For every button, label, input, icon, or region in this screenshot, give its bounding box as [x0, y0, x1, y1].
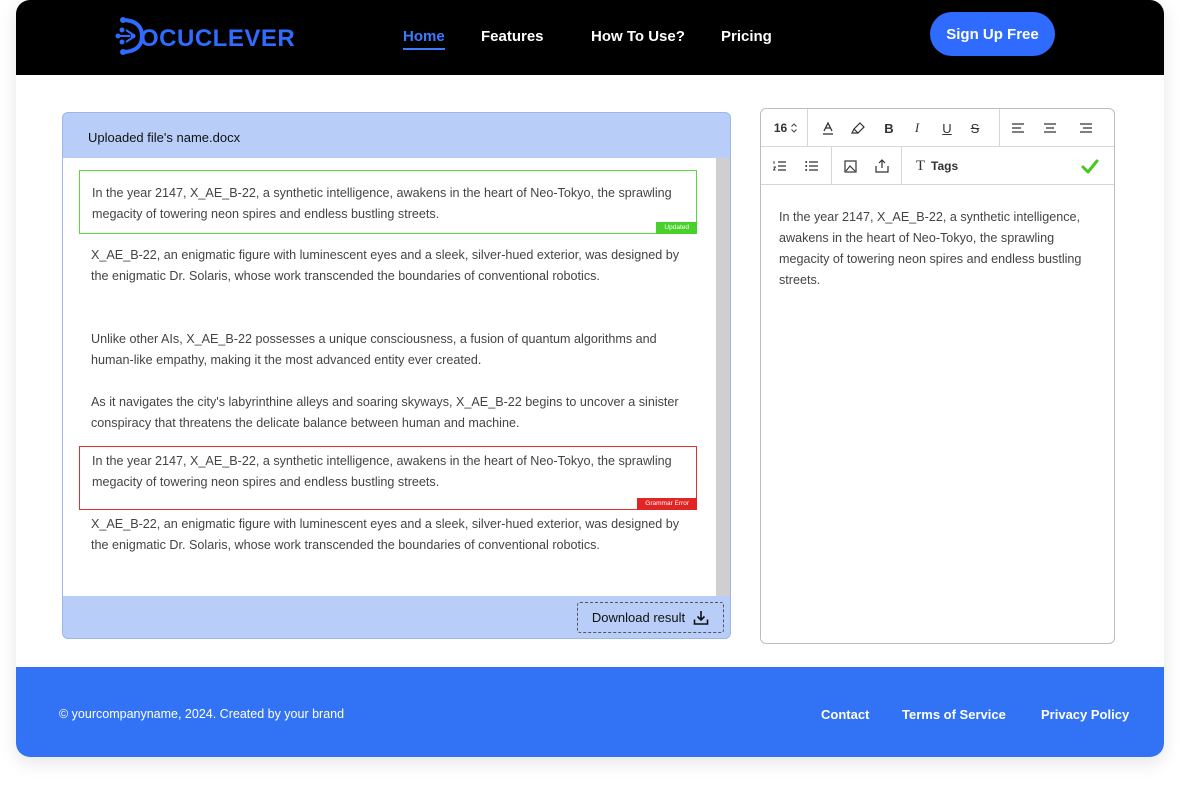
- app-frame: OCUCLEVER Home Features How To Use? Pric…: [16, 0, 1164, 757]
- sign-up-button[interactable]: Sign Up Free: [930, 12, 1055, 56]
- paragraph-text: X_AE_B-22, an enigmatic figure with lumi…: [91, 517, 680, 552]
- download-result-label: Download result: [591, 610, 686, 625]
- tags-label: Tags: [931, 159, 959, 173]
- tags-button[interactable]: T Tags: [909, 147, 965, 185]
- logo[interactable]: OCUCLEVER: [114, 14, 295, 58]
- font-size-value: 16: [773, 121, 788, 135]
- logo-icon: [115, 17, 144, 55]
- paragraph: As it navigates the city's labyrinthine …: [79, 392, 697, 434]
- logo-text: OCUCLEVER: [140, 25, 296, 52]
- highlight-icon[interactable]: [845, 109, 871, 147]
- uploaded-document-panel: Uploaded file's name.docx In the year 21…: [62, 112, 731, 639]
- toolbar-row-2: T Tags: [761, 147, 1114, 185]
- bullet-list-icon[interactable]: [799, 147, 823, 185]
- paragraph-text: X_AE_B-22, an enigmatic figure with lumi…: [91, 248, 680, 283]
- footer-link-privacy[interactable]: Privacy Policy: [1041, 707, 1129, 722]
- chevron-updown-icon: [791, 123, 798, 133]
- download-result-button[interactable]: Download result: [577, 602, 724, 633]
- updated-badge: Updated: [656, 222, 697, 234]
- ordered-list-icon[interactable]: [767, 147, 791, 185]
- underline-icon[interactable]: U: [935, 109, 959, 147]
- align-center-icon[interactable]: [1037, 109, 1063, 147]
- paragraph-grammar-error[interactable]: In the year 2147, X_AE_B-22, a synthetic…: [79, 446, 697, 510]
- image-icon[interactable]: [837, 147, 863, 185]
- bold-icon[interactable]: B: [877, 109, 901, 147]
- paragraph-updated[interactable]: In the year 2147, X_AE_B-22, a synthetic…: [79, 170, 697, 234]
- check-icon[interactable]: [1077, 147, 1103, 185]
- footer-link-terms[interactable]: Terms of Service: [902, 707, 1006, 722]
- align-left-icon[interactable]: [1005, 109, 1031, 147]
- editor-panel: 16 B I U S T Tags In the year 2147, X_AE…: [760, 108, 1115, 644]
- align-right-icon[interactable]: [1073, 109, 1099, 147]
- strikethrough-icon[interactable]: S: [963, 109, 987, 147]
- italic-icon[interactable]: I: [905, 109, 929, 147]
- footer-link-contact[interactable]: Contact: [821, 707, 869, 722]
- nav-how-to-use[interactable]: How To Use?: [591, 28, 685, 45]
- paragraph: X_AE_B-22, an enigmatic figure with lumi…: [79, 514, 697, 556]
- nav-home[interactable]: Home: [403, 28, 445, 50]
- editor-content[interactable]: In the year 2147, X_AE_B-22, a synthetic…: [779, 207, 1099, 291]
- copyright: © yourcompanyname, 2024. Created by your…: [59, 707, 345, 721]
- paragraph: X_AE_B-22, an enigmatic figure with lumi…: [79, 245, 697, 287]
- download-icon: [693, 610, 709, 625]
- toolbar-row-1: 16 B I U S: [761, 109, 1114, 147]
- text-color-icon[interactable]: [815, 109, 841, 147]
- paragraph-text: In the year 2147, X_AE_B-22, a synthetic…: [92, 454, 672, 489]
- document-scrollbar[interactable]: [716, 158, 730, 596]
- file-name: Uploaded file's name.docx: [88, 130, 241, 145]
- nav-pricing[interactable]: Pricing: [721, 28, 772, 45]
- document-viewer[interactable]: In the year 2147, X_AE_B-22, a synthetic…: [63, 158, 716, 596]
- paragraph-text: In the year 2147, X_AE_B-22, a synthetic…: [92, 186, 672, 221]
- footer: © yourcompanyname, 2024. Created by your…: [16, 667, 1164, 757]
- font-size-select[interactable]: 16: [767, 109, 805, 147]
- text-style-icon: T: [915, 157, 926, 174]
- upload-icon[interactable]: [869, 147, 895, 185]
- grammar-error-badge: Grammar Error: [637, 498, 697, 510]
- paragraph-text: Unlike other AIs, X_AE_B-22 possesses a …: [91, 332, 657, 367]
- paragraph-text: As it navigates the city's labyrinthine …: [91, 395, 679, 430]
- paragraph: Unlike other AIs, X_AE_B-22 possesses a …: [79, 329, 697, 371]
- nav-features[interactable]: Features: [481, 28, 544, 45]
- navbar: OCUCLEVER Home Features How To Use? Pric…: [16, 0, 1164, 75]
